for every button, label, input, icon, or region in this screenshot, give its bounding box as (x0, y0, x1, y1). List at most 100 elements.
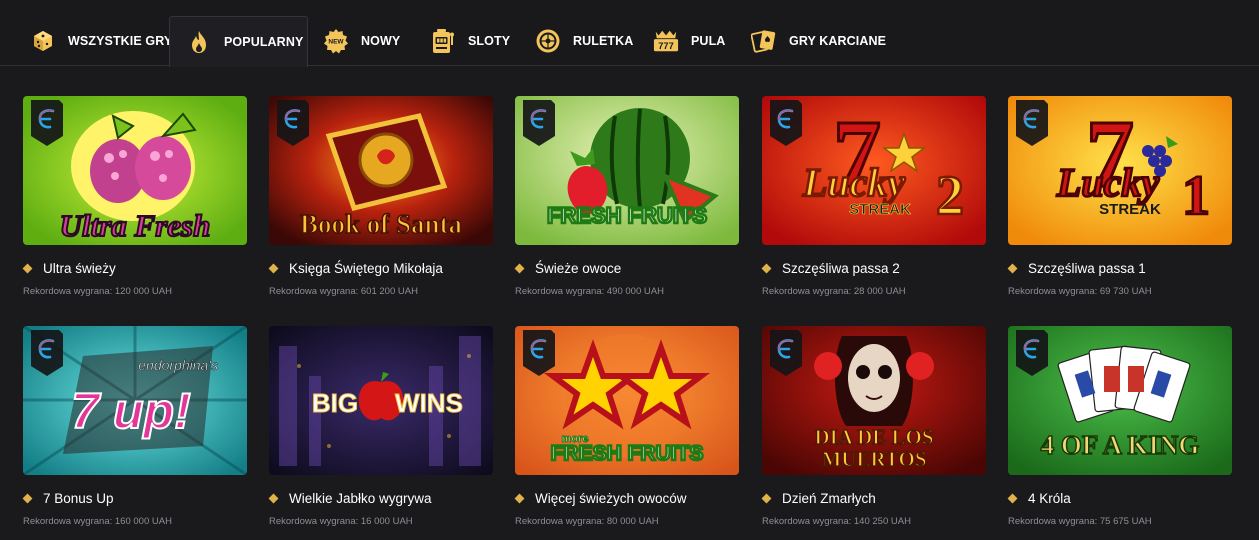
record-label: Rekordowa wygrana: (762, 286, 852, 297)
tab-roulette[interactable]: RULETKA (535, 16, 633, 66)
diamond-bullet-icon (22, 493, 33, 503)
game-card-dia-de-los-muertos[interactable]: DIA DE LOS MUERTOS Dzień Zmarłych Rekord… (761, 326, 986, 540)
tab-label: GRY KARCIANE (789, 34, 887, 48)
provider-logo-icon (770, 330, 802, 376)
game-title[interactable]: Księga Świętego Mikołaja (289, 261, 443, 276)
record-value: 75 675 UAH (1099, 516, 1152, 527)
tab-label: SLOTY (468, 34, 511, 48)
game-thumbnail[interactable]: 4 OF A KING (1008, 326, 1232, 475)
game-card-book-of-santa[interactable]: Book of Santa Księga Świętego Mikołaja R… (268, 96, 493, 310)
game-title[interactable]: Świeże owoce (535, 261, 621, 276)
record-win: Rekordowa wygrana: 601 200 UAH (269, 286, 418, 297)
game-title[interactable]: Wielkie Jabłko wygrywa (289, 491, 432, 506)
art-title: FRESH FRUITS (547, 203, 707, 228)
game-thumbnail[interactable]: more FRESH FRUITS (515, 326, 739, 475)
record-label: Rekordowa wygrana: (23, 516, 113, 527)
record-label: Rekordowa wygrana: (515, 516, 605, 527)
game-thumbnail[interactable]: 7 Lucky 2 STREAK (762, 96, 986, 245)
diamond-bullet-icon (268, 263, 279, 273)
game-thumbnail[interactable]: FRESH FRUITS (515, 96, 739, 245)
art-title: Lucky (1056, 160, 1159, 205)
art-number: 1 (1182, 165, 1210, 227)
tab-all-games[interactable]: WSZYSTKIE GRY (30, 16, 172, 66)
tab-label: WSZYSTKIE GRY (68, 34, 173, 48)
tab-label: NOWY (361, 34, 401, 48)
record-label: Rekordowa wygrana: (269, 516, 359, 527)
diamond-bullet-icon (22, 263, 33, 273)
provider-logo-icon (31, 330, 63, 376)
art-subtitle: endorphina's (138, 357, 218, 373)
game-card-lucky-streak-2[interactable]: 7 Lucky 2 STREAK Szczęśliwa passa 2 Reko… (761, 96, 986, 310)
record-label: Rekordowa wygrana: (1008, 516, 1098, 527)
record-win: Rekordowa wygrana: 69 730 UAH (1008, 286, 1152, 297)
diamond-bullet-icon (761, 263, 772, 273)
tab-label: POPULARNY (224, 35, 304, 49)
game-card-lucky-streak-1[interactable]: 7 Lucky 1 STREAK Szczęśliwa passa 1 Reko… (1007, 96, 1232, 310)
tab-new[interactable]: NEW NOWY (323, 16, 400, 66)
tab-card-games[interactable]: GRY KARCIANE (751, 16, 886, 66)
jackpot-777-icon: 777 (653, 28, 679, 54)
record-label: Rekordowa wygrana: (23, 286, 113, 297)
game-title[interactable]: 7 Bonus Up (43, 491, 114, 506)
game-thumbnail[interactable]: DIA DE LOS MUERTOS (762, 326, 986, 475)
game-card-big-apple-wins[interactable]: BIG WINS Wielkie Jabłko wygrywa Rekordow… (268, 326, 493, 540)
tab-label: PULA (691, 34, 726, 48)
flame-icon (186, 29, 212, 55)
slot-machine-icon (430, 28, 456, 54)
cards-icon (751, 28, 777, 54)
record-win: Rekordowa wygrana: 120 000 UAH (23, 286, 172, 297)
record-label: Rekordowa wygrana: (1008, 286, 1098, 297)
game-title[interactable]: 4 Króla (1028, 491, 1071, 506)
game-card-fresh-fruits[interactable]: FRESH FRUITS Świeże owoce Rekordowa wygr… (514, 96, 739, 310)
game-card-4-of-a-king[interactable]: 4 OF A KING 4 Króla Rekordowa wygrana: 7… (1007, 326, 1232, 540)
diamond-bullet-icon (514, 493, 525, 503)
diamond-bullet-icon (761, 493, 772, 503)
art-title: DIA DE LOS (814, 425, 933, 449)
roulette-icon (535, 28, 561, 54)
art-number: 2 (936, 165, 964, 227)
art-subtitle: MUERTOS (821, 447, 926, 471)
game-title[interactable]: Dzień Zmarłych (782, 491, 876, 506)
record-win: Rekordowa wygrana: 160 000 UAH (23, 516, 172, 527)
record-value: 120 000 UAH (114, 286, 172, 297)
game-thumbnail[interactable]: Ultra Fresh (23, 96, 247, 245)
record-label: Rekordowa wygrana: (762, 516, 852, 527)
game-card-more-fresh-fruits[interactable]: more FRESH FRUITS Więcej świeżych owoców… (514, 326, 739, 540)
record-win: Rekordowa wygrana: 16 000 UAH (269, 516, 413, 527)
record-win: Rekordowa wygrana: 75 675 UAH (1008, 516, 1152, 527)
record-value: 140 250 UAH (853, 516, 911, 527)
art-subtitle: WINS (395, 388, 463, 418)
tab-slots[interactable]: SLOTY (430, 16, 510, 66)
game-card-7-bonus-up[interactable]: endorphina's 7 up! 7 Bonus Up Rekordowa … (22, 326, 247, 540)
record-label: Rekordowa wygrana: (269, 286, 359, 297)
record-win: Rekordowa wygrana: 80 000 UAH (515, 516, 659, 527)
game-thumbnail[interactable]: Book of Santa (269, 96, 493, 245)
record-win: Rekordowa wygrana: 140 250 UAH (762, 516, 911, 527)
new-badge-icon: NEW (323, 28, 349, 54)
game-title[interactable]: Szczęśliwa passa 1 (1028, 261, 1146, 276)
record-win: Rekordowa wygrana: 28 000 UAH (762, 286, 906, 297)
game-card-ultra-fresh[interactable]: Ultra Fresh Ultra świeży Rekordowa wygra… (22, 96, 247, 310)
game-thumbnail[interactable]: BIG WINS (269, 326, 493, 475)
game-thumbnail[interactable]: 7 Lucky 1 STREAK (1008, 96, 1232, 245)
art-title: Lucky (802, 160, 905, 205)
game-title[interactable]: Więcej świeżych owoców (535, 491, 687, 506)
provider-logo-icon (1016, 330, 1048, 376)
record-value: 160 000 UAH (114, 516, 172, 527)
art-subtitle: STREAK (1099, 201, 1161, 218)
tab-popular[interactable]: POPULARNY (169, 16, 308, 67)
provider-logo-icon (31, 100, 63, 146)
svg-text:777: 777 (658, 41, 673, 51)
record-value: 28 000 UAH (853, 286, 906, 297)
game-title[interactable]: Ultra świeży (43, 261, 116, 276)
diamond-bullet-icon (1007, 493, 1018, 503)
tab-label: RULETKA (573, 34, 634, 48)
record-value: 69 730 UAH (1099, 286, 1152, 297)
art-title: Ultra Fresh (60, 208, 211, 243)
game-thumbnail[interactable]: endorphina's 7 up! (23, 326, 247, 475)
tab-jackpot[interactable]: 777 PULA (653, 16, 725, 66)
art-title: FRESH FRUITS (551, 442, 704, 465)
record-value: 80 000 UAH (606, 516, 659, 527)
record-value: 490 000 UAH (606, 286, 664, 297)
game-title[interactable]: Szczęśliwa passa 2 (782, 261, 900, 276)
